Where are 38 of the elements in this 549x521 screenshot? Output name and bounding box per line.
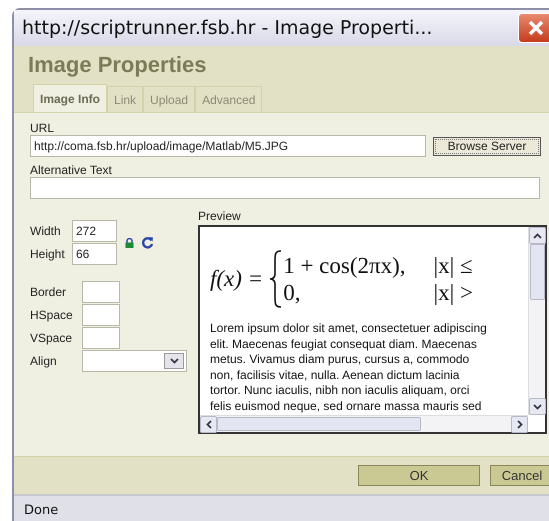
chevron-down-icon bbox=[533, 404, 542, 410]
brace-drawing bbox=[269, 250, 284, 308]
url-field[interactable]: http://coma.fsb.hr/upload/image/Matlab/M5.JPG bbox=[30, 135, 426, 157]
dropdown[interactable] bbox=[82, 350, 187, 372]
window-title: http://scriptrunner.fsb.hr - Image Properti... bbox=[22, 17, 432, 39]
field-label: Alternative Text bbox=[30, 163, 113, 177]
field-label: Height bbox=[30, 247, 66, 261]
field-label: URL bbox=[30, 121, 56, 135]
close-button[interactable] bbox=[518, 13, 549, 43]
alternative-text-field[interactable] bbox=[30, 177, 540, 199]
input-field[interactable]: 272 bbox=[72, 220, 117, 242]
chevron-up-icon bbox=[533, 232, 542, 238]
field-label: HSpace bbox=[30, 308, 74, 322]
field-label: VSpace bbox=[30, 331, 74, 345]
lock-icon[interactable] bbox=[125, 238, 134, 248]
horizontal-scrollbar[interactable] bbox=[200, 415, 528, 432]
input-field[interactable]: 66 bbox=[72, 243, 117, 265]
input-field[interactable] bbox=[82, 327, 120, 349]
chevron-right-icon bbox=[516, 420, 522, 429]
close-icon bbox=[527, 19, 545, 37]
input-field[interactable] bbox=[82, 304, 120, 326]
refresh-icon[interactable] bbox=[141, 236, 154, 249]
field-label: Width bbox=[30, 224, 62, 238]
dialog-title: Image Properties bbox=[27, 51, 208, 79]
chevron-down-icon bbox=[170, 358, 178, 364]
status-text: Done bbox=[24, 503, 58, 518]
browse-server-button[interactable]: Browse Server bbox=[433, 136, 541, 156]
formula: f(x) = 1 + cos(2πx), |x| ≤ 0, |x| > bbox=[210, 237, 528, 321]
field-label: Border bbox=[30, 285, 68, 299]
tab[interactable]: Image Info bbox=[33, 84, 108, 112]
chevron-left-icon bbox=[206, 420, 212, 429]
input-field[interactable] bbox=[82, 281, 120, 303]
preview-label: Preview bbox=[198, 209, 242, 223]
cancel-button[interactable]: Cancel bbox=[490, 465, 549, 486]
vertical-scrollbar[interactable] bbox=[528, 227, 545, 415]
field-label: Align bbox=[30, 354, 58, 368]
preview-text: Lorem ipsum dolor sit amet, consectetuer adipiscing elit. Maecenas feugiat consequat diam. Maecenas metus. Vivamus diam purus, cursus a, commodo non, facilisis vitae, nulla. Aenean dictum lacinia tortor. Nunc iaculis, nibh non iaculis aliquam, orci felis euismod neque, sed ornare massa mauris sed bbox=[210, 321, 488, 414]
ok-button[interactable]: OK bbox=[358, 465, 480, 486]
